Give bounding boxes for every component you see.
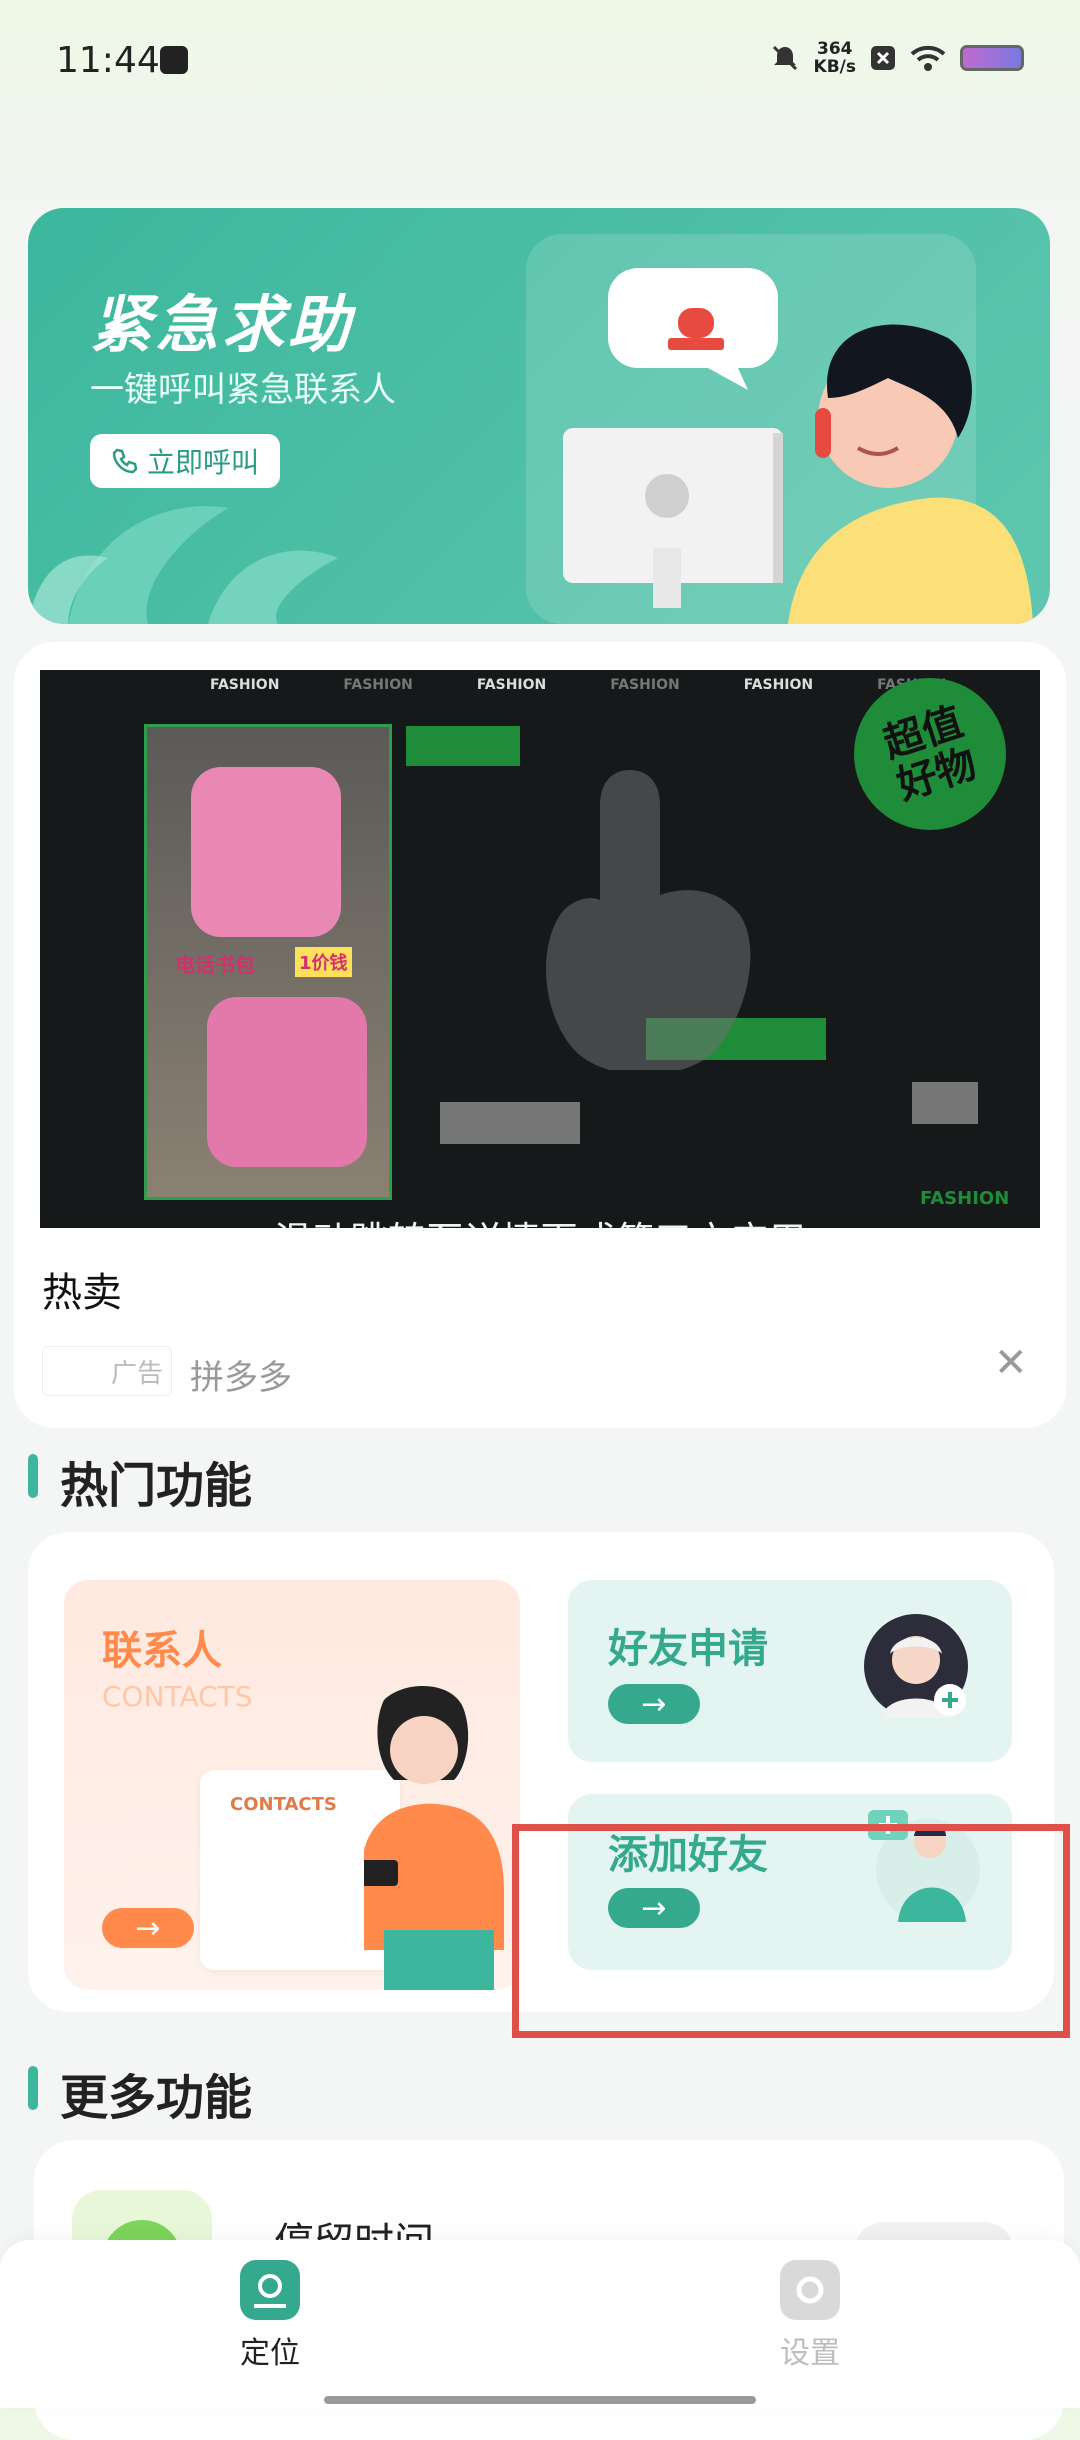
bottom-navigation: 定位 设置 [0, 2240, 1080, 2408]
product-text: 电话书包 [175, 953, 255, 977]
home-indicator[interactable] [324, 2396, 756, 2404]
more-section-title: 更多功能 [60, 2070, 253, 2126]
ad-swipe-caption: 滑动跳转至详情页或第三方应用 [40, 1210, 1040, 1228]
user-avatar-plus-icon [864, 1614, 968, 1718]
mute-bell-icon [772, 45, 797, 71]
contacts-arrow-button[interactable]: → [102, 1908, 194, 1948]
fashion-text: FASHION [610, 677, 680, 693]
nav-label-location: 定位 [240, 2336, 300, 2371]
status-icons: 364 KB/s [770, 40, 1024, 76]
friend-request-title: 好友申请 [608, 1626, 768, 1672]
settings-icon [780, 2260, 840, 2320]
message-notification-icon [160, 46, 188, 74]
friend-request-tile[interactable]: 好友申请 → [568, 1580, 1012, 1762]
woman-illustration [364, 1686, 504, 1990]
ad-card[interactable]: FASHION FASHION FASHION FASHION FASHION … [14, 642, 1066, 1428]
wifi-icon [910, 45, 946, 71]
pink-phone-bag-2 [207, 997, 367, 1167]
contacts-subtitle: CONTACTS [102, 1680, 253, 1713]
battery-icon [960, 45, 1024, 71]
hot-section-title: 热门功能 [60, 1458, 253, 1514]
nav-label-settings: 设置 [780, 2336, 840, 2371]
fashion-text: FASHION [210, 677, 280, 693]
emergency-banner[interactable]: 紧急求助 一键呼叫紧急联系人 立即呼叫 [28, 208, 1050, 624]
highlight-annotation-box [512, 1824, 1070, 2038]
section-accent-bar [28, 1454, 38, 1498]
nav-item-settings[interactable]: 设置 [740, 2260, 880, 2372]
phone-icon [112, 448, 138, 474]
ad-title: 热卖 [42, 1270, 122, 1316]
price-tag: 1价钱 [295, 947, 352, 977]
call-now-button[interactable]: 立即呼叫 [90, 434, 280, 488]
nav-item-location[interactable]: 定位 [200, 2260, 340, 2372]
pink-phone-bag [191, 767, 341, 937]
person-at-computer-illustration [563, 268, 1033, 624]
emergency-title: 紧急求助 [90, 288, 355, 361]
ad-label: 广告 [42, 1346, 172, 1396]
friend-request-arrow-button[interactable]: → [608, 1684, 700, 1724]
gray-block [440, 1102, 580, 1144]
value-badge: 超值好物 [854, 678, 1006, 830]
close-icon[interactable]: ✕ [994, 1340, 1028, 1386]
fashion-text: FASHION [343, 677, 413, 693]
speed-value: 364 [817, 39, 853, 59]
close-box-icon [871, 46, 895, 70]
gray-block [912, 1082, 978, 1124]
contacts-tile[interactable]: 联系人 CONTACTS CONTACTS → [64, 1580, 520, 1990]
green-block [406, 726, 520, 766]
status-time: 11:44 [56, 40, 160, 81]
corner-fashion-text: FASHION [920, 1188, 1010, 1209]
fashion-text: FASHION [476, 677, 547, 693]
section-accent-bar [28, 2066, 38, 2110]
contacts-title: 联系人 [102, 1628, 222, 1674]
location-icon [240, 2260, 300, 2320]
badge-text: 超值好物 [878, 698, 982, 810]
emergency-subtitle: 一键呼叫紧急联系人 [90, 370, 396, 410]
fashion-text: FASHION [743, 677, 814, 693]
call-now-label: 立即呼叫 [146, 446, 259, 479]
ad-source: 拼多多 [190, 1358, 292, 1398]
ad-image[interactable]: FASHION FASHION FASHION FASHION FASHION … [40, 670, 1040, 1228]
hand-swipe-icon [546, 770, 751, 1070]
product-photo: 电话书包 1价钱 [144, 724, 392, 1200]
speed-unit: KB/s [813, 57, 856, 77]
network-speed: 364 KB/s [814, 40, 856, 76]
